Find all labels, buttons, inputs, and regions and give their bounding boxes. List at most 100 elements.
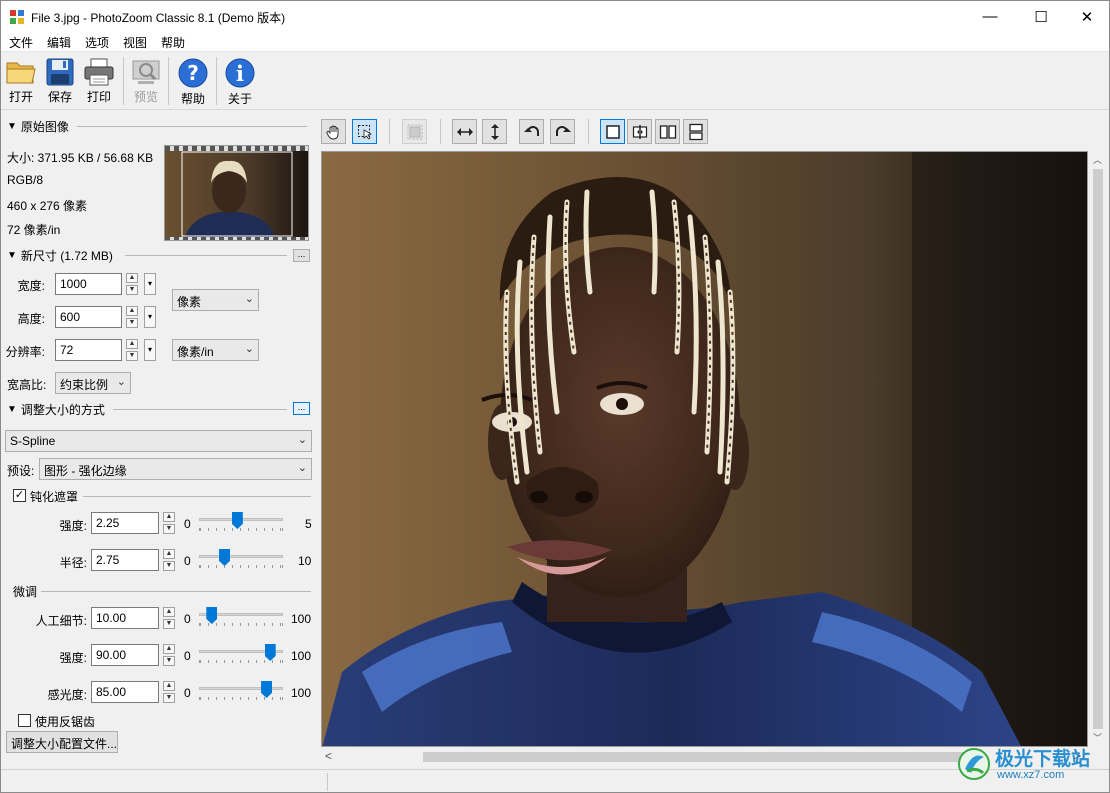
image-preview-canvas[interactable] [321,151,1088,747]
spin-down-icon[interactable]: ▼ [126,285,138,295]
about-button[interactable]: i 关于 [222,55,258,107]
maximize-button[interactable]: ☐ [1018,1,1064,32]
unsharp-radius-input[interactable]: 2.75 [91,549,159,571]
antialias-label: 使用反锯齿 [35,715,96,729]
horizontal-arrows-icon [456,127,473,136]
rotate-left-button[interactable] [519,119,544,144]
print-button[interactable]: 打印 [81,55,117,107]
slider-thumb[interactable] [231,512,243,529]
menu-file[interactable]: 文件 [9,34,33,51]
height-spinner[interactable]: ▲ ▼ [126,306,138,328]
spin-down-icon[interactable]: ▼ [163,693,175,703]
chevron-down-icon: ⌄ [244,343,254,355]
unsharp-mask-checkbox[interactable]: ✓ [13,489,26,502]
spin-up-icon[interactable]: ▲ [126,273,138,283]
rotate-right-icon [555,125,571,136]
artifact-spinner[interactable]: ▲ ▼ [163,607,175,629]
algorithm-select[interactable]: S-Spline ⌄ [5,430,312,452]
spin-down-icon[interactable]: ▼ [163,524,175,534]
open-button[interactable]: 打开 [3,55,39,107]
spin-up-icon[interactable]: ▲ [163,607,175,617]
hand-icon [325,125,338,139]
new-size-more-button[interactable]: ... [293,249,310,262]
menu-options[interactable]: 选项 [85,34,109,51]
navigator-thumbnail[interactable] [164,145,309,241]
help-button[interactable]: ? 帮助 [175,55,211,107]
spin-down-icon[interactable]: ▼ [126,318,138,328]
fit-height-button[interactable] [482,119,507,144]
scroll-left-icon[interactable]: < [325,749,332,763]
slider-ticks [199,565,283,568]
spin-down-icon[interactable]: ▼ [163,619,175,629]
spin-up-icon[interactable]: ▲ [163,512,175,522]
height-unit-button[interactable]: ▾ [144,306,156,328]
unsharp-strength-slider[interactable] [199,512,283,534]
slider-thumb[interactable] [206,607,218,624]
crop-button[interactable] [402,119,427,144]
spin-down-icon[interactable]: ▼ [126,351,138,361]
side-by-side-view-button[interactable] [655,119,680,144]
antialias-checkbox[interactable] [18,714,31,727]
slider-thumb[interactable] [264,644,276,661]
spin-up-icon[interactable]: ▲ [163,644,175,654]
vertical-scrollbar[interactable]: ︿ ﹀ [1089,151,1107,747]
finetune-strength-spinner[interactable]: ▲ ▼ [163,644,175,666]
spin-up-icon[interactable]: ▲ [163,681,175,691]
split-view-button[interactable] [627,119,652,144]
resize-profile-button[interactable]: 调整大小配置文件... [6,731,118,753]
close-button[interactable]: ✕ [1064,1,1109,32]
resolution-input[interactable]: 72 [55,339,122,361]
resize-method-header[interactable]: ▼ 调整大小的方式 [7,401,105,418]
vertical-scroll-thumb[interactable] [1093,169,1103,729]
spin-up-icon[interactable]: ▲ [163,549,175,559]
finetune-strength-slider[interactable] [199,644,283,666]
save-button[interactable]: 保存 [42,55,78,107]
resolution-label: 分辨率: [5,345,45,359]
preview-button[interactable]: 预览 [128,55,164,107]
resolution-unit-select[interactable]: 像素/in ⌄ [172,339,259,361]
size-unit-select[interactable]: 像素 ⌄ [172,289,259,311]
menu-edit[interactable]: 编辑 [47,34,71,51]
scroll-up-icon[interactable]: ︿ [1093,153,1102,166]
menu-help[interactable]: 帮助 [161,34,185,51]
sensitivity-slider[interactable] [199,681,283,703]
width-unit-button[interactable]: ▾ [144,273,156,295]
unsharp-strength-input[interactable]: 2.25 [91,512,159,534]
aspect-ratio-select[interactable]: 约束比例 ⌄ [55,372,131,394]
unsharp-strength-spinner[interactable]: ▲ ▼ [163,512,175,534]
spin-down-icon[interactable]: ▼ [163,561,175,571]
new-size-header[interactable]: ▼ 新尺寸 (1.72 MB) [7,247,113,264]
spin-up-icon[interactable]: ▲ [126,306,138,316]
artifact-slider[interactable] [199,607,283,629]
width-input[interactable]: 1000 [55,273,122,295]
single-view-button[interactable] [600,119,625,144]
sensitivity-spinner[interactable]: ▲ ▼ [163,681,175,703]
spin-up-icon[interactable]: ▲ [126,339,138,349]
stacked-view-button[interactable] [683,119,708,144]
original-image-header[interactable]: ▼ 原始图像 [7,118,69,135]
rotate-right-button[interactable] [550,119,575,144]
crop-select-tool-button[interactable] [352,119,377,144]
resolution-unit-button[interactable]: ▾ [144,339,156,361]
two-columns-icon [659,124,676,139]
finetune-strength-input[interactable]: 90.00 [91,644,159,666]
preset-select[interactable]: 图形 - 强化边缘 ⌄ [39,458,312,480]
artifact-input[interactable]: 10.00 [91,607,159,629]
hand-tool-button[interactable] [321,119,346,144]
fit-width-button[interactable] [452,119,477,144]
unsharp-radius-slider[interactable] [199,549,283,571]
menu-view[interactable]: 视图 [123,34,147,51]
section-divider [41,591,311,592]
slider-thumb[interactable] [219,549,231,566]
sensitivity-input[interactable]: 85.00 [91,681,159,703]
height-input[interactable]: 600 [55,306,122,328]
resize-method-more-button[interactable]: ... [293,402,310,415]
slider-thumb[interactable] [261,681,273,698]
watermark-logo-icon [958,748,990,780]
unsharp-radius-spinner[interactable]: ▲ ▼ [163,549,175,571]
horizontal-scroll-thumb[interactable] [423,752,968,762]
resolution-spinner[interactable]: ▲ ▼ [126,339,138,361]
spin-down-icon[interactable]: ▼ [163,656,175,666]
minimize-button[interactable]: — [967,1,1013,32]
width-spinner[interactable]: ▲ ▼ [126,273,138,295]
